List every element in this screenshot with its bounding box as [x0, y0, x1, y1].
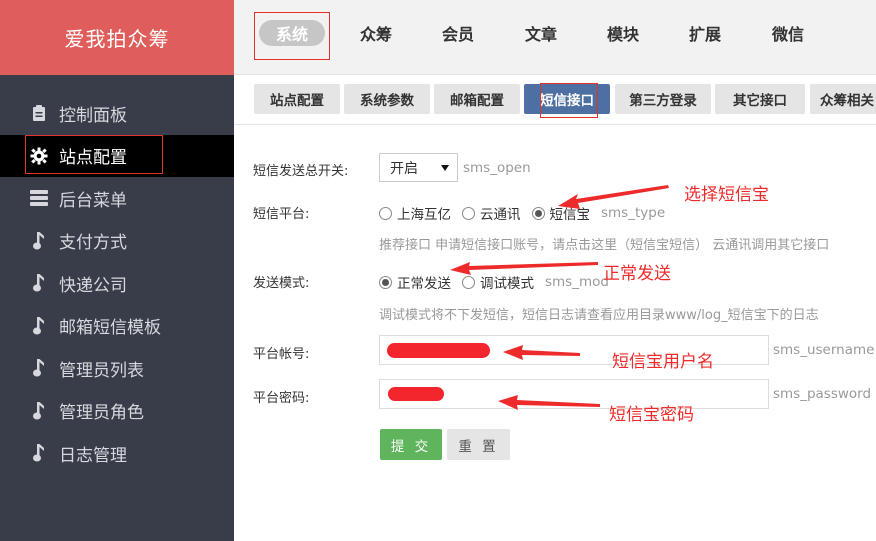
- list-icon: [28, 187, 50, 209]
- username-label: 平台帐号:: [253, 347, 310, 362]
- radio-label: 上海互亿: [397, 207, 451, 223]
- sms-open-label: 短信发送总开关:: [253, 164, 349, 179]
- sidebar-item-label: 控制面板: [59, 105, 127, 126]
- top-nav-extensions[interactable]: 扩展: [680, 20, 730, 46]
- top-nav-crowdfunding[interactable]: 众筹: [351, 20, 401, 46]
- sidebar-item-logs[interactable]: 日志管理: [0, 432, 234, 475]
- sms-mode-label: 发送模式:: [253, 276, 310, 291]
- sidebar-item-admin-menu[interactable]: 后台菜单: [0, 177, 234, 220]
- password-label: 平台密码:: [253, 391, 310, 406]
- clipboard-icon: [28, 102, 50, 124]
- sidebar-item-label: 管理员角色: [59, 403, 144, 424]
- music-note-icon: [28, 315, 50, 337]
- redaction-mark: [387, 343, 490, 358]
- sidebar-item-site-config[interactable]: 站点配置: [0, 134, 234, 177]
- sidebar-item-payment[interactable]: 支付方式: [0, 220, 234, 263]
- tab-third-party-login[interactable]: 第三方登录: [615, 84, 711, 114]
- sms-type-label: 短信平台:: [253, 207, 310, 222]
- radio-label: 短信宝: [549, 207, 591, 223]
- admin-page: 爱我拍众筹 控制面板 站点配置 后台菜单 支付方式 快递公司 邮箱短信模板 管理…: [0, 0, 876, 541]
- radio-option-yuntongxun[interactable]: 云通讯: [462, 203, 521, 223]
- field-key: sms_type: [601, 205, 666, 221]
- sms-mode-hint: 调试模式将不下发短信，短信日志请查看应用目录www/log_短信宝下的日志: [379, 308, 819, 323]
- annotation-choose-smsbao: 选择短信宝: [684, 185, 769, 205]
- sidebar-item-admin-list[interactable]: 管理员列表: [0, 347, 234, 390]
- radio-button[interactable]: [462, 206, 475, 220]
- sms-type-radio-group: 上海互亿 云通讯 短信宝 sms_type: [379, 203, 665, 223]
- sidebar-item-label: 管理员列表: [59, 360, 144, 381]
- annotation-normal-send: 正常发送: [603, 264, 671, 284]
- submit-button[interactable]: 提 交: [380, 429, 442, 460]
- sub-tabs: 站点配置 系统参数 邮箱配置 短信接口 第三方登录 其它接口 众筹相关: [234, 75, 876, 125]
- music-note-icon: [28, 357, 50, 379]
- sidebar-item-label: 快递公司: [59, 275, 127, 296]
- sms-open-select[interactable]: 开启: [379, 153, 458, 182]
- redaction-mark: [388, 387, 444, 401]
- select-value: 开启: [390, 160, 418, 177]
- sidebar-item-label: 支付方式: [59, 233, 127, 254]
- radio-option-debug[interactable]: 调试模式: [462, 272, 534, 292]
- sms-config-form: 短信发送总开关: 开启 sms_open 短信平台: 上海互亿 云通讯 短信宝 …: [234, 125, 876, 541]
- sidebar-item-express[interactable]: 快递公司: [0, 262, 234, 305]
- annotation-password: 短信宝密码: [609, 405, 694, 425]
- annotation-username: 短信宝用户名: [612, 352, 714, 372]
- password-input[interactable]: [379, 379, 769, 409]
- radio-button[interactable]: [379, 206, 392, 220]
- highlight-box: [254, 12, 330, 60]
- music-note-icon: [28, 230, 50, 252]
- gear-icon: [28, 145, 50, 167]
- tab-mail-config[interactable]: 邮箱配置: [434, 84, 520, 114]
- field-key: sms_open: [463, 160, 531, 176]
- sidebar-item-mail-sms-template[interactable]: 邮箱短信模板: [0, 305, 234, 348]
- sms-type-hint: 推荐接口 申请短信接口账号，请点击这里（短信宝短信） 云通讯调用其它接口: [379, 238, 830, 253]
- field-key: sms_username: [773, 342, 875, 358]
- radio-label: 云通讯: [480, 207, 521, 223]
- tab-other-interfaces[interactable]: 其它接口: [715, 84, 805, 114]
- field-key: sms_mod: [545, 274, 609, 290]
- music-note-icon: [28, 400, 50, 422]
- brand-logo: 爱我拍众筹: [0, 0, 234, 75]
- music-note-icon: [28, 442, 50, 464]
- radio-option-normal[interactable]: 正常发送: [379, 272, 451, 292]
- top-nav: 系统 众筹 会员 文章 模块 扩展 微信: [234, 0, 876, 75]
- chevron-down-icon: [441, 165, 449, 171]
- radio-label: 正常发送: [397, 276, 451, 292]
- top-nav-articles[interactable]: 文章: [516, 20, 566, 46]
- radio-option-smsbao[interactable]: 短信宝: [531, 203, 591, 223]
- radio-button-selected[interactable]: [379, 275, 392, 289]
- sidebar-item-admin-roles[interactable]: 管理员角色: [0, 390, 234, 433]
- radio-option-huyi[interactable]: 上海互亿: [379, 203, 451, 223]
- reset-button[interactable]: 重 置: [447, 429, 510, 460]
- sidebar-item-label: 后台菜单: [59, 190, 127, 211]
- sidebar-menu: 控制面板 站点配置 后台菜单 支付方式 快递公司 邮箱短信模板 管理员列表 管理…: [0, 92, 234, 475]
- sms-mode-radio-group: 正常发送 调试模式 sms_mod: [379, 272, 609, 292]
- radio-button[interactable]: [462, 275, 475, 289]
- sidebar-item-label: 邮箱短信模板: [59, 318, 161, 339]
- radio-label: 调试模式: [480, 276, 534, 292]
- sidebar-item-dashboard[interactable]: 控制面板: [0, 92, 234, 135]
- music-note-icon: [28, 272, 50, 294]
- tab-system-params[interactable]: 系统参数: [344, 84, 430, 114]
- top-nav-wechat[interactable]: 微信: [763, 20, 813, 46]
- highlight-box: [540, 83, 598, 118]
- top-nav-members[interactable]: 会员: [433, 20, 483, 46]
- sidebar-item-label: 日志管理: [59, 445, 127, 466]
- field-key: sms_password: [773, 386, 872, 402]
- tab-site-config[interactable]: 站点配置: [254, 84, 340, 114]
- top-nav-modules[interactable]: 模块: [598, 20, 648, 46]
- sidebar-item-label: 站点配置: [59, 148, 127, 169]
- radio-button-selected[interactable]: [531, 206, 545, 220]
- tab-crowdfunding-related[interactable]: 众筹相关: [810, 84, 876, 114]
- sidebar: 爱我拍众筹 控制面板 站点配置 后台菜单 支付方式 快递公司 邮箱短信模板 管理…: [0, 0, 234, 541]
